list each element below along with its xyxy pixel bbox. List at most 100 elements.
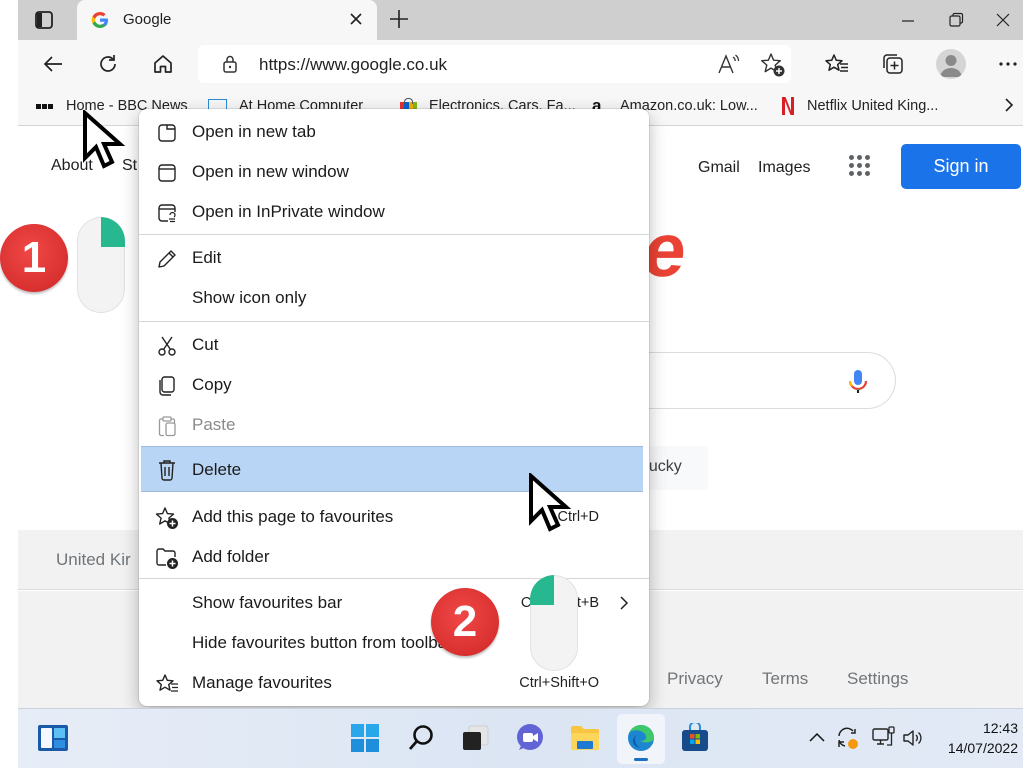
menu-item-open-new-window[interactable]: Open in new window <box>139 152 649 192</box>
menu-item-label: Manage favourites <box>192 673 332 692</box>
tab-google[interactable]: Google <box>77 0 377 40</box>
volume-tray-icon[interactable] <box>902 728 924 753</box>
pencil-icon <box>155 247 179 271</box>
sync-icon <box>838 727 858 749</box>
menu-item-label: Open in new tab <box>192 122 316 141</box>
store-button[interactable] <box>678 721 712 755</box>
privacy-link[interactable]: Privacy <box>667 669 723 689</box>
menu-item-paste[interactable]: Paste <box>139 405 649 445</box>
tab-actions-button[interactable] <box>30 8 58 32</box>
sync-tray-icon[interactable] <box>836 725 860 756</box>
edge-taskbar-button[interactable] <box>617 714 665 764</box>
paste-icon <box>155 414 179 438</box>
favourites-overflow-button[interactable] <box>1002 96 1016 119</box>
tab-close-button[interactable] <box>345 8 367 30</box>
teams-chat-button[interactable] <box>513 721 547 755</box>
address-bar[interactable]: https://www.google.co.uk <box>198 45 791 83</box>
clock-time: 12:43 <box>982 720 1018 736</box>
menu-item-open-inprivate[interactable]: Open in InPrivate window <box>139 192 649 232</box>
active-indicator <box>634 758 648 761</box>
chevron-right-icon <box>1005 98 1014 112</box>
menu-item-add-page-to-favourites[interactable]: Add this page to favourites Ctrl+D <box>139 497 649 537</box>
menu-item-label: Open in new window <box>192 162 349 181</box>
microphone-icon <box>848 370 868 393</box>
menu-item-label: Edit <box>192 248 222 267</box>
refresh-button[interactable] <box>91 47 125 81</box>
menu-item-label: Add folder <box>192 547 270 566</box>
network-tray-icon[interactable] <box>872 726 896 753</box>
home-icon <box>154 55 172 73</box>
widgets-button[interactable] <box>36 721 70 755</box>
favourites-icon <box>825 54 848 72</box>
menu-item-label: Add this page to favourites <box>192 507 394 526</box>
clock-date: 14/07/2022 <box>947 740 1018 756</box>
restore-button[interactable] <box>936 6 976 34</box>
home-button[interactable] <box>146 47 180 81</box>
footer-country: United Kir <box>56 550 131 569</box>
add-favourite-button[interactable] <box>760 52 786 83</box>
menu-item-label: Cut <box>192 335 219 354</box>
lock-icon[interactable] <box>220 54 240 79</box>
teams-chat-icon <box>517 724 543 750</box>
minimize-icon <box>902 20 914 22</box>
terms-link[interactable]: Terms <box>762 669 808 689</box>
favourite-label: Netflix United King... <box>807 98 939 114</box>
menu-item-add-folder[interactable]: Add folder <box>139 537 649 577</box>
menu-separator <box>139 578 649 579</box>
profile-button[interactable] <box>936 49 966 79</box>
show-hidden-icons-button[interactable] <box>808 730 826 749</box>
minimize-button[interactable] <box>888 6 928 34</box>
read-aloud-icon <box>718 54 740 74</box>
submenu-chevron-icon <box>619 595 629 616</box>
new-tab-icon <box>155 121 179 145</box>
menu-item-show-icon-only[interactable]: Show icon only <box>139 278 649 318</box>
widgets-icon <box>38 725 68 751</box>
file-explorer-icon <box>571 726 599 750</box>
collections-icon <box>883 54 903 74</box>
menu-item-open-new-tab[interactable]: Open in new tab <box>139 112 649 152</box>
read-aloud-button[interactable] <box>717 53 741 80</box>
volume-icon <box>903 730 922 746</box>
task-view-icon <box>463 725 489 750</box>
inprivate-icon <box>155 201 179 225</box>
start-button[interactable] <box>348 721 382 755</box>
new-tab-button[interactable] <box>386 6 412 34</box>
menu-item-copy[interactable]: Copy <box>139 365 649 405</box>
more-icon <box>999 62 1017 66</box>
menu-item-label: Paste <box>192 415 236 434</box>
tab-actions-icon <box>35 11 53 29</box>
menu-item-edit[interactable]: Edit <box>139 238 649 278</box>
copy-icon <box>155 374 179 398</box>
search-button[interactable] <box>404 721 438 755</box>
netflix-icon <box>781 97 795 115</box>
back-button[interactable] <box>36 47 70 81</box>
star-add-icon <box>155 506 179 530</box>
desktop-edge <box>0 0 18 708</box>
bbc-icon <box>36 98 54 114</box>
menu-item-cut[interactable]: Cut <box>139 325 649 365</box>
settings-link[interactable]: Settings <box>847 669 908 689</box>
favourite-netflix[interactable]: Netflix United King... <box>781 96 938 116</box>
restore-icon <box>949 12 964 27</box>
edge-icon <box>628 725 654 751</box>
more-button[interactable] <box>991 47 1023 81</box>
sign-in-button[interactable]: Sign in <box>901 144 1021 189</box>
taskbar-clock[interactable]: 12:43 14/07/2022 <box>936 718 1018 758</box>
file-explorer-button[interactable] <box>568 721 602 755</box>
back-icon <box>43 56 62 72</box>
google-apps-button[interactable] <box>849 155 873 179</box>
close-window-button[interactable] <box>983 6 1023 34</box>
collections-button[interactable] <box>876 47 910 81</box>
mouse-left-click-icon <box>530 575 578 671</box>
menu-separator <box>139 321 649 322</box>
menu-item-label: Open in InPrivate window <box>192 202 385 221</box>
task-view-button[interactable] <box>458 721 492 755</box>
voice-search-button[interactable] <box>847 368 869 401</box>
menu-item-manage-favourites[interactable]: Manage favourites Ctrl+Shift+O <box>139 663 649 703</box>
mouse-right-click-icon <box>77 217 125 313</box>
favourites-button[interactable] <box>820 47 854 81</box>
gmail-link[interactable]: Gmail <box>698 159 740 177</box>
google-g-icon <box>91 11 109 29</box>
images-link[interactable]: Images <box>758 159 810 177</box>
step-badge-2: 2 <box>431 588 499 656</box>
